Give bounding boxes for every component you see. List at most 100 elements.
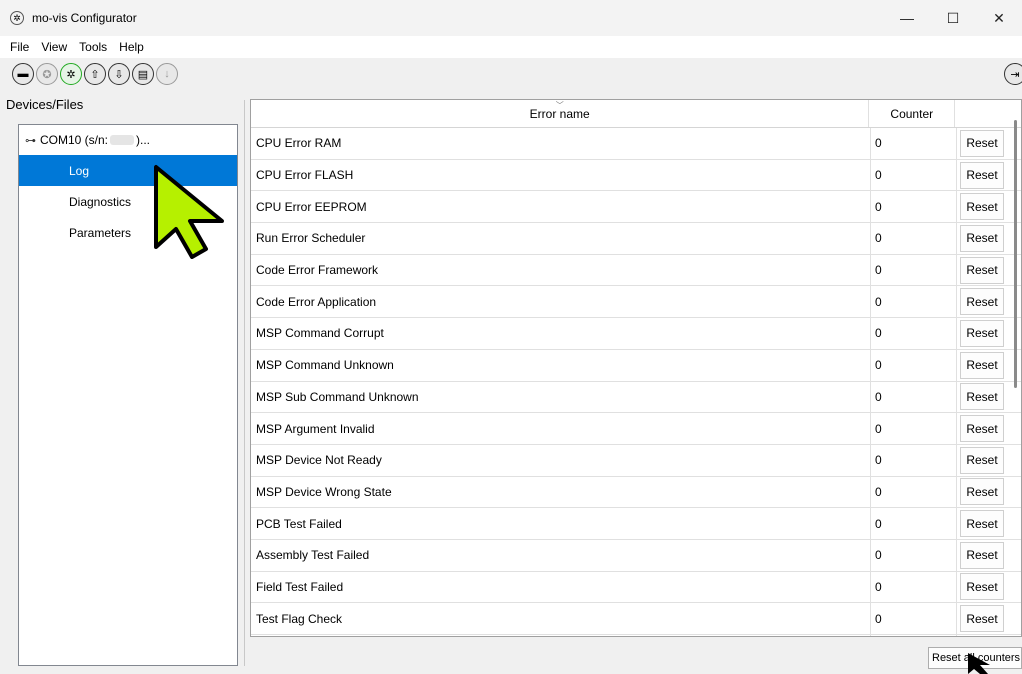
counter-cell: 0 (871, 603, 957, 634)
reset-button[interactable]: Reset (960, 541, 1004, 569)
app-icon: ✲ (10, 11, 24, 25)
vertical-scrollbar[interactable] (1014, 120, 1017, 388)
open-folder-icon[interactable]: ▬ (12, 63, 34, 85)
table-row[interactable]: CPU Error FLASH 0 Reset (251, 159, 1021, 192)
counter-cell: 0 (871, 254, 957, 286)
reset-button[interactable]: Reset (960, 478, 1004, 506)
menu-tools[interactable]: Tools (73, 40, 113, 54)
action-cell: Reset (957, 603, 1005, 634)
table-row[interactable]: MSP Argument Invalid 0 Reset (251, 413, 1021, 445)
reset-button[interactable]: Reset (960, 193, 1004, 221)
serial-mask (110, 135, 135, 145)
action-cell: Reset (957, 255, 1005, 286)
device-disabled-icon[interactable]: ✪ (36, 63, 58, 85)
reset-button[interactable]: Reset (960, 415, 1004, 443)
column-header-action (955, 100, 1021, 127)
arrow-down-disabled-icon[interactable]: ↓ (156, 63, 178, 85)
reset-button[interactable]: Reset (960, 510, 1004, 538)
reset-button[interactable]: Reset (960, 446, 1004, 474)
reset-button[interactable]: Reset (960, 288, 1004, 316)
action-cell: Reset (957, 191, 1005, 222)
error-name-cell: Field Test Failed (251, 571, 871, 603)
table-row[interactable]: MSP Device Wrong State 0 Reset (251, 476, 1021, 509)
link-icon: ⊶ (25, 134, 36, 147)
counter-cell: 0 (871, 539, 957, 571)
connect-device-icon[interactable]: ✲ (60, 63, 82, 85)
table-row[interactable]: MSP Command Corrupt 0 Reset (251, 318, 1021, 350)
reset-button[interactable]: Reset (960, 319, 1004, 347)
column-header-counter[interactable]: Counter (869, 100, 956, 127)
action-cell: Reset (957, 286, 1005, 317)
column-header-error-name[interactable]: ﹀ Error name (251, 100, 870, 127)
exit-icon[interactable]: ⇥ (1004, 63, 1022, 85)
error-name-cell: MSP Device Wrong State (251, 476, 871, 508)
document-icon[interactable]: ▤ (132, 63, 154, 85)
action-cell: Reset (957, 382, 1005, 413)
close-button[interactable]: ✕ (976, 0, 1022, 36)
table-row[interactable]: CPU Error RAM 0 Reset (251, 128, 1021, 160)
action-cell: Reset (957, 508, 1005, 539)
action-cell: Reset (957, 160, 1005, 191)
reset-button[interactable]: Reset (960, 161, 1004, 189)
minimize-button[interactable]: — (884, 0, 930, 36)
action-cell: Reset (957, 223, 1005, 254)
error-name-cell: CPU Error RAM (251, 128, 871, 159)
table-row[interactable]: Assembly Test Failed 0 Reset (251, 539, 1021, 572)
reset-button[interactable]: Reset (960, 224, 1004, 252)
download-icon[interactable]: ⇩ (108, 63, 130, 85)
tree-device-com10[interactable]: ⊶ COM10 (s/n: )... (19, 125, 237, 155)
counter-cell: 0 (871, 191, 957, 223)
table-row[interactable]: Test Flag Check 0 Reset (251, 603, 1021, 635)
action-cell: Reset (957, 128, 1005, 159)
reset-button[interactable]: Reset (960, 573, 1004, 601)
menu-bar: File View Tools Help (0, 36, 1022, 58)
reset-button[interactable]: Reset (960, 383, 1004, 411)
counter-cell: 0 (871, 286, 957, 318)
reset-button[interactable]: Reset (960, 256, 1004, 284)
menu-view[interactable]: View (35, 40, 73, 54)
table-row[interactable]: Code Error Application 0 Reset (251, 286, 1021, 319)
error-name-cell: MSP Device Not Ready (251, 444, 871, 476)
table-row[interactable]: MSP Sub Command Unknown 0 Reset (251, 381, 1021, 414)
table-row[interactable]: CPU Error EEPROM 0 Reset (251, 191, 1021, 224)
table-row[interactable]: Code Error Framework 0 Reset (251, 254, 1021, 287)
device-label-suffix: )... (136, 133, 151, 147)
error-name-cell: MSP Command Corrupt (251, 318, 871, 349)
table-row[interactable]: Field Test Failed 0 Reset (251, 571, 1021, 604)
error-name-cell: CPU Error FLASH (251, 159, 871, 191)
mouse-cursor-small-icon (968, 653, 990, 674)
table-header: ﹀ Error name Counter (251, 100, 1021, 128)
menu-help[interactable]: Help (113, 40, 150, 54)
action-cell: Reset (957, 413, 1005, 444)
counter-cell: 0 (871, 476, 957, 508)
action-cell: Reset (957, 318, 1005, 349)
devices-files-label: Devices/Files (6, 97, 84, 112)
table-row[interactable]: MSP Device Not Ready 0 Reset (251, 444, 1021, 477)
action-cell: Reset (957, 445, 1005, 476)
counter-cell: 0 (871, 444, 957, 476)
maximize-button[interactable]: ☐ (930, 0, 976, 36)
error-name-cell: Test Flag Check (251, 603, 871, 634)
reset-button[interactable]: Reset (960, 129, 1004, 157)
panel-splitter[interactable] (244, 100, 245, 666)
mouse-cursor-icon (154, 165, 224, 259)
table-row[interactable]: MSP Command Unknown 0 Reset (251, 349, 1021, 382)
error-name-cell: MSP Sub Command Unknown (251, 381, 871, 413)
upload-icon[interactable]: ⇧ (84, 63, 106, 85)
error-name-cell: Code Error Application (251, 286, 871, 318)
reset-button[interactable]: Reset (960, 351, 1004, 379)
action-cell: Reset (957, 540, 1005, 571)
action-cell: Reset (957, 635, 1005, 636)
menu-file[interactable]: File (4, 40, 35, 54)
reset-button[interactable]: Reset (960, 605, 1004, 633)
counter-cell: 0 (871, 571, 957, 603)
table-row[interactable]: PCB Test Failed 0 Reset (251, 508, 1021, 540)
counter-cell: 0 (871, 349, 957, 381)
toolbar: ▬ ✪ ✲ ⇧ ⇩ ▤ ↓ ⇥ (0, 58, 1022, 90)
title-bar: ✲ mo-vis Configurator — ☐ ✕ (0, 0, 1022, 36)
error-table: ﹀ Error name Counter CPU Error RAM 0 Reset… (250, 99, 1022, 637)
table-row[interactable]: Run Error Scheduler 0 Reset (251, 223, 1021, 255)
table-row[interactable]: Reset (251, 635, 1021, 636)
error-name-cell: Code Error Framework (251, 254, 871, 286)
error-name-cell: Assembly Test Failed (251, 539, 871, 571)
